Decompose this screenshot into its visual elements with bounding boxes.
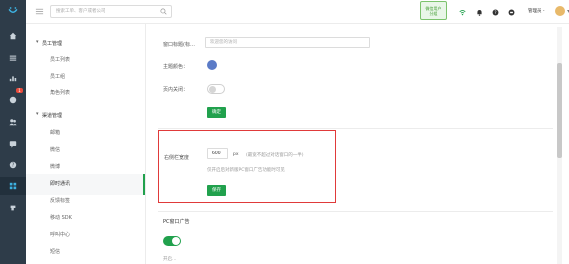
- top-bar: 微信用户 分组 ? 管理员 -: [26, 0, 569, 24]
- submenu-group-staff[interactable]: 员工管理: [36, 39, 62, 47]
- menu-toggle-icon[interactable]: [35, 7, 44, 16]
- notification-icon[interactable]: [8, 95, 18, 105]
- right-width-label: 右侧栏宽度: [164, 155, 190, 161]
- right-width-hint-2: 仅开启后对新版PC窗口广告功能时可见: [207, 168, 285, 173]
- submenu-item-instant-messaging[interactable]: 即时通讯: [50, 180, 70, 187]
- apps-icon[interactable]: [8, 181, 18, 191]
- section-divider: [158, 128, 553, 129]
- window-title-label: 窗口标题(标…: [163, 42, 195, 48]
- submenu-item-weibo[interactable]: 微博: [50, 163, 60, 170]
- bell-icon[interactable]: [475, 8, 483, 16]
- notification-badge: 1: [16, 88, 23, 93]
- left-rail: 1 ?: [0, 0, 26, 264]
- help-circle-icon[interactable]: ?: [491, 8, 499, 16]
- submenu-item-sms[interactable]: 短信: [50, 248, 60, 255]
- search-input[interactable]: [51, 6, 156, 17]
- submenu-active-row: [26, 174, 145, 195]
- pc-ad-title: PC窗口广告: [163, 219, 190, 225]
- search-icon[interactable]: [160, 8, 168, 16]
- chart-icon[interactable]: [8, 73, 18, 83]
- save-button[interactable]: 保存: [207, 185, 226, 196]
- wifi-icon[interactable]: [458, 8, 466, 16]
- logo-icon[interactable]: [4, 2, 22, 20]
- pc-ad-description-cutoff: 开启…: [163, 257, 177, 262]
- wechat-group-promo-button[interactable]: 微信用户 分组: [420, 1, 447, 20]
- right-width-input[interactable]: [208, 149, 227, 158]
- submenu-item-feedback-tags[interactable]: 反馈标签: [50, 197, 70, 204]
- promo-line-2: 分组: [429, 11, 438, 16]
- right-width-field: [207, 148, 228, 159]
- submenu-active-indicator: [143, 174, 145, 195]
- confirm-button[interactable]: 确定: [207, 107, 226, 118]
- list-icon[interactable]: [8, 53, 18, 63]
- help-icon[interactable]: ?: [8, 160, 18, 170]
- theme-color-label: 主题颜色：: [163, 64, 189, 70]
- search-box: [50, 5, 172, 18]
- submenu-item-role-list[interactable]: 角色列表: [50, 89, 70, 96]
- status-icon[interactable]: [507, 8, 515, 16]
- submenu-item-staff-group[interactable]: 员工组: [50, 73, 65, 80]
- submenu-item-staff-list[interactable]: 员工列表: [50, 56, 70, 63]
- submenu-item-call-center[interactable]: 呼叫中心: [50, 231, 70, 238]
- toggle-knob: [172, 237, 180, 245]
- message-icon[interactable]: [8, 139, 18, 149]
- avatar[interactable]: [555, 6, 565, 16]
- submenu-item-wechat[interactable]: 微信: [50, 146, 60, 153]
- sub-menu: [26, 24, 146, 264]
- users-icon[interactable]: [8, 117, 18, 127]
- svg-text:?: ?: [494, 10, 496, 15]
- submenu-item-mobile-sdk[interactable]: 移动 SDK: [50, 214, 72, 221]
- admin-label[interactable]: 管理员 -: [528, 8, 545, 14]
- theme-color-picker[interactable]: [207, 60, 217, 70]
- scrollbar-thumb[interactable]: [557, 63, 562, 158]
- plugin-icon[interactable]: [8, 203, 18, 213]
- submenu-group-channels[interactable]: 渠道管理: [36, 111, 62, 119]
- right-width-hint: (最宽不超过对话窗口的一半): [246, 153, 304, 158]
- window-title-input[interactable]: [206, 38, 369, 47]
- pc-ad-toggle[interactable]: [163, 236, 181, 246]
- page-close-label: 页内关闭：: [163, 87, 189, 93]
- home-icon[interactable]: [8, 31, 18, 41]
- window-title-field: [205, 37, 370, 48]
- submenu-item-email[interactable]: 邮箱: [50, 129, 60, 136]
- page-close-toggle[interactable]: [207, 84, 225, 94]
- toggle-knob: [209, 86, 216, 93]
- section-divider-2: [158, 211, 553, 212]
- right-width-unit: px: [233, 152, 239, 157]
